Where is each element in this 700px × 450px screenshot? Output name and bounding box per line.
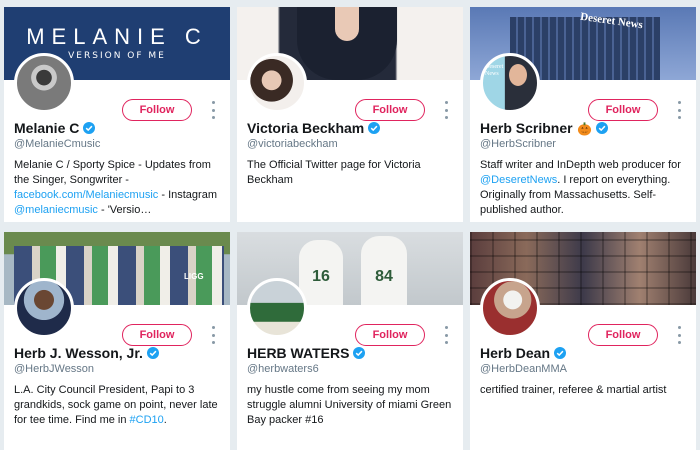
verified-badge-icon	[353, 347, 366, 359]
profile-card-melanie-c[interactable]: MELANIE C VERSION OF ME Follow Melanie C…	[4, 7, 230, 222]
bio: L.A. City Council President, Papi to 3 g…	[14, 383, 222, 428]
profile-card-victoria-beckham[interactable]: Follow Victoria Beckham @victoriabeckham…	[237, 7, 463, 222]
follow-button[interactable]: Follow	[355, 99, 425, 121]
display-name[interactable]: Victoria Beckham	[247, 120, 364, 136]
verified-badge-icon	[146, 347, 159, 359]
banner-skin	[335, 7, 359, 41]
banner-player-1: 16	[299, 240, 343, 305]
bio-link[interactable]: facebook.com/Melaniecmusic	[14, 189, 158, 201]
bio-text: - 'Versio…	[97, 204, 152, 216]
follow-button[interactable]: Follow	[122, 324, 192, 346]
bio-text: The Official Twitter page for Victoria B…	[247, 159, 421, 186]
name-row: Herb J. Wesson, Jr.	[14, 345, 159, 361]
bio-text: L.A. City Council President, Papi to 3 g…	[14, 384, 218, 426]
avatar[interactable]	[480, 278, 540, 338]
avatar-face	[509, 64, 527, 86]
display-name[interactable]: HERB WATERS	[247, 345, 349, 361]
bio-text: my hustle come from seeing my mom strugg…	[247, 384, 452, 426]
bio: certified trainer, referee & martial art…	[480, 383, 688, 398]
avatar[interactable]: Deseret News	[480, 53, 540, 113]
bio: The Official Twitter page for Victoria B…	[247, 158, 455, 188]
follow-button[interactable]: Follow	[122, 99, 192, 121]
bio: my hustle come from seeing my mom strugg…	[247, 383, 455, 428]
display-name[interactable]: Herb J. Wesson, Jr.	[14, 345, 143, 361]
display-name[interactable]: Herb Dean	[480, 345, 550, 361]
more-options-icon[interactable]	[210, 326, 216, 344]
display-name[interactable]: Melanie C	[14, 120, 79, 136]
avatar[interactable]	[14, 53, 74, 113]
username[interactable]: @HerbDeanMMA	[480, 363, 567, 375]
username[interactable]: @HerbScribner	[480, 138, 556, 150]
bio-mention[interactable]: @melaniecmusic	[14, 204, 98, 216]
bio-text: .	[163, 414, 167, 426]
verified-badge-icon	[554, 347, 567, 359]
avatar-logo-text: Deseret News	[485, 64, 504, 77]
banner-title: MELANIE C	[26, 24, 208, 49]
bio-text: Staff writer and InDepth web producer fo…	[480, 159, 681, 171]
more-options-icon[interactable]	[210, 101, 216, 119]
follow-button[interactable]: Follow	[588, 99, 658, 121]
name-row: Melanie C	[14, 120, 96, 136]
follow-button[interactable]: Follow	[355, 324, 425, 346]
bio-text: Melanie C / Sporty Spice - Updates from …	[14, 159, 211, 186]
verified-badge-icon	[368, 122, 381, 134]
bio-text: certified trainer, referee & martial art…	[480, 384, 667, 396]
verified-badge-icon	[595, 122, 608, 134]
verified-badge-icon	[83, 122, 96, 134]
follow-button[interactable]: Follow	[588, 324, 658, 346]
jersey-number: 84	[375, 268, 393, 285]
bio: Melanie C / Sporty Spice - Updates from …	[14, 158, 222, 218]
avatar[interactable]	[247, 278, 307, 338]
more-options-icon[interactable]	[443, 326, 449, 344]
banner-player-2: 84	[361, 236, 407, 305]
name-row: Herb Scribner	[480, 120, 608, 136]
bio: Staff writer and InDepth web producer fo…	[480, 158, 688, 218]
username[interactable]: @HerbJWesson	[14, 363, 94, 375]
jersey-number: 16	[312, 268, 330, 285]
name-row: Victoria Beckham	[247, 120, 381, 136]
name-row: Herb Dean	[480, 345, 567, 361]
username[interactable]: @MelanieCmusic	[14, 138, 100, 150]
bio-hashtag[interactable]: #CD10	[130, 414, 164, 426]
display-name[interactable]: Herb Scribner	[480, 120, 573, 136]
more-options-icon[interactable]	[443, 101, 449, 119]
bio-text: - Instagram	[158, 189, 217, 201]
more-options-icon[interactable]	[676, 101, 682, 119]
name-row: HERB WATERS	[247, 345, 366, 361]
avatar[interactable]	[247, 53, 307, 113]
pumpkin-icon	[577, 121, 591, 136]
banner-shirt-text: LIGG	[184, 272, 204, 281]
more-options-icon[interactable]	[676, 326, 682, 344]
avatar[interactable]	[14, 278, 74, 338]
profile-card-herb-dean[interactable]: Follow Herb Dean @HerbDeanMMA certified …	[470, 232, 696, 450]
username[interactable]: @herbwaters6	[247, 363, 319, 375]
profile-card-herb-scribner[interactable]: Deseret News Deseret News Follow Herb Sc…	[470, 7, 696, 222]
bio-mention[interactable]: @DeseretNews	[480, 174, 557, 186]
username[interactable]: @victoriabeckham	[247, 138, 338, 150]
profile-card-herb-wesson[interactable]: LIGG Follow Herb J. Wesson, Jr. @HerbJWe…	[4, 232, 230, 450]
profile-card-herb-waters[interactable]: 16 84 Follow HERB WATERS @herbwaters6 my…	[237, 232, 463, 450]
